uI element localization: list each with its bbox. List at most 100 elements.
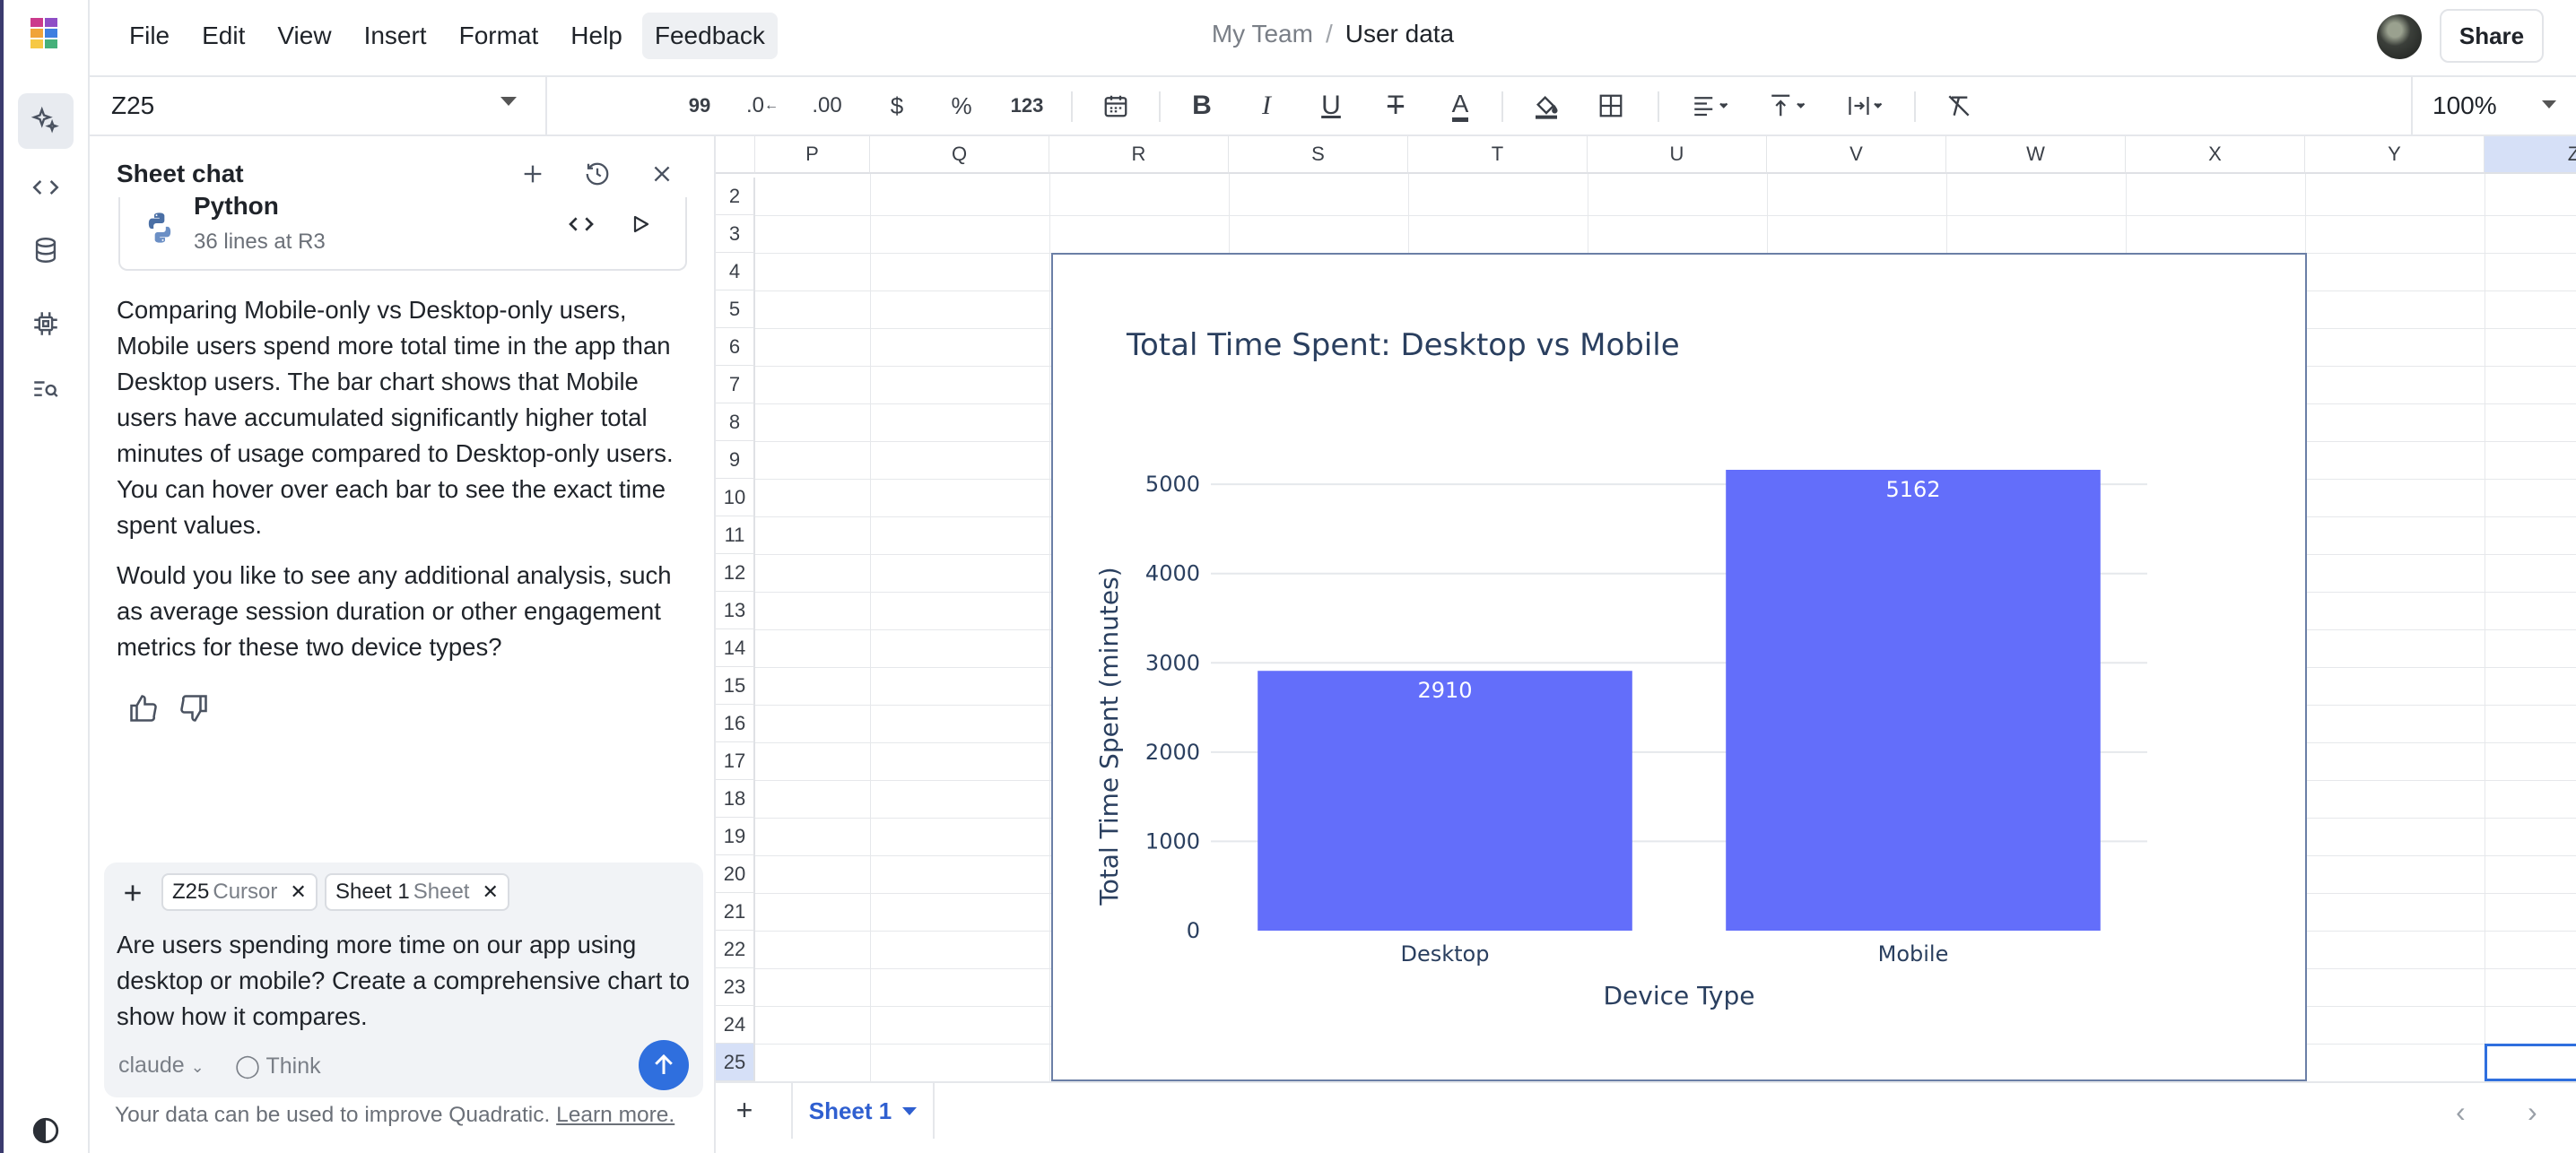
file-name[interactable]: User data bbox=[1345, 20, 1454, 48]
column-header[interactable]: X bbox=[2126, 136, 2305, 174]
y-tick-label: 1000 bbox=[1145, 828, 1200, 854]
add-context-button[interactable] bbox=[117, 877, 149, 909]
breadcrumb-separator: / bbox=[1325, 20, 1333, 48]
format-number-button[interactable]: 123 bbox=[1005, 88, 1049, 124]
zoom-select[interactable]: 100% bbox=[2411, 77, 2576, 134]
row-header[interactable]: 18 bbox=[716, 780, 755, 818]
cursor-cell[interactable] bbox=[2485, 1044, 2576, 1081]
send-button[interactable] bbox=[639, 1040, 689, 1090]
row-header[interactable]: 6 bbox=[716, 328, 755, 366]
row-header[interactable]: 20 bbox=[716, 855, 755, 893]
row-header[interactable]: 10 bbox=[716, 479, 755, 516]
select-all-corner[interactable] bbox=[716, 136, 755, 174]
column-header[interactable]: V bbox=[1767, 136, 1946, 174]
row-header[interactable]: 19 bbox=[716, 818, 755, 855]
chat-history-button[interactable] bbox=[581, 158, 614, 190]
row-header[interactable]: 17 bbox=[716, 742, 755, 780]
close-icon[interactable]: ✕ bbox=[482, 880, 498, 904]
close-chat-button[interactable] bbox=[646, 158, 678, 190]
add-sheet-button[interactable]: + bbox=[725, 1090, 764, 1130]
sheet-tab[interactable]: Sheet 1 bbox=[791, 1083, 935, 1139]
row-header[interactable]: 11 bbox=[716, 516, 755, 554]
column-header[interactable]: T bbox=[1408, 136, 1588, 174]
text-color-button[interactable]: A bbox=[1442, 88, 1478, 124]
view-code-button[interactable] bbox=[563, 206, 599, 242]
row-header[interactable]: 14 bbox=[716, 629, 755, 667]
chat-title: Sheet chat bbox=[117, 160, 244, 187]
row-header[interactable]: 21 bbox=[716, 893, 755, 931]
row-header[interactable]: 16 bbox=[716, 705, 755, 742]
vertical-align-button[interactable] bbox=[1762, 88, 1815, 124]
row-header[interactable]: 15 bbox=[716, 667, 755, 705]
bold-button[interactable]: B bbox=[1184, 88, 1220, 124]
chip-label: Z25 bbox=[172, 880, 210, 904]
cell-name-box[interactable]: Z25 bbox=[90, 77, 547, 134]
chart-cell[interactable]: Total Time Spent: Desktop vs Mobile 0 1000… bbox=[1051, 253, 2307, 1081]
strikethrough-button[interactable]: T bbox=[1378, 88, 1414, 124]
format-automatic-button[interactable]: 99 bbox=[683, 88, 716, 124]
row-header[interactable]: 4 bbox=[716, 253, 755, 290]
format-percent-button[interactable]: % bbox=[944, 88, 979, 124]
ai-assistant-button[interactable] bbox=[18, 93, 74, 149]
chevron-right-icon[interactable]: › bbox=[2528, 1096, 2537, 1129]
arrow-up-icon bbox=[655, 1053, 673, 1074]
row-header[interactable]: 13 bbox=[716, 592, 755, 629]
theme-toggle-button[interactable] bbox=[18, 1110, 74, 1151]
code-button[interactable] bbox=[18, 160, 74, 215]
text-wrap-button[interactable] bbox=[1839, 88, 1893, 124]
prompt-input[interactable]: Are users spending more time on our app … bbox=[117, 927, 691, 1035]
row-header[interactable]: 3 bbox=[716, 215, 755, 253]
share-button[interactable]: Share bbox=[2440, 9, 2544, 63]
close-icon bbox=[654, 166, 670, 182]
row-header[interactable]: 25 bbox=[716, 1044, 755, 1081]
quadratic-logo[interactable] bbox=[30, 18, 59, 50]
format-currency-button[interactable]: $ bbox=[879, 88, 915, 124]
decrease-decimals-button[interactable]: .0 ← bbox=[743, 88, 782, 124]
close-icon[interactable]: ✕ bbox=[290, 880, 306, 904]
column-header[interactable]: P bbox=[755, 136, 870, 174]
underline-button[interactable]: U bbox=[1313, 88, 1349, 124]
learn-more-link[interactable]: Learn more. bbox=[556, 1103, 674, 1127]
date-format-button[interactable] bbox=[1098, 88, 1134, 124]
context-chip-sheet[interactable]: Sheet 1 Sheet ✕ bbox=[325, 873, 509, 911]
context-chip-cursor[interactable]: Z25 Cursor ✕ bbox=[161, 873, 318, 911]
horizontal-align-button[interactable] bbox=[1684, 88, 1738, 124]
run-code-button[interactable] bbox=[622, 206, 658, 242]
increase-decimals-button[interactable]: .00 bbox=[807, 88, 847, 124]
new-chat-button[interactable] bbox=[517, 158, 549, 190]
column-header[interactable]: W bbox=[1946, 136, 2126, 174]
search-cells-button[interactable] bbox=[18, 362, 74, 418]
fill-color-button[interactable] bbox=[1528, 88, 1564, 124]
row-header[interactable]: 24 bbox=[716, 1006, 755, 1044]
connections-button[interactable] bbox=[18, 222, 74, 278]
column-header[interactable]: S bbox=[1229, 136, 1408, 174]
row-header[interactable]: 7 bbox=[716, 366, 755, 403]
clear-formatting-button[interactable] bbox=[1941, 88, 1977, 124]
row-header[interactable]: 23 bbox=[716, 968, 755, 1006]
column-header[interactable]: R bbox=[1049, 136, 1229, 174]
code-cell-card[interactable]: Python 36 lines at R3 bbox=[118, 192, 687, 271]
model-select[interactable]: claude ⌄ bbox=[118, 1053, 205, 1079]
column-header[interactable]: Q bbox=[870, 136, 1049, 174]
column-header[interactable]: U bbox=[1588, 136, 1767, 174]
decrease-decimals-icon: .0 bbox=[745, 93, 764, 117]
thumbs-down-icon[interactable] bbox=[178, 692, 210, 724]
row-header[interactable]: 9 bbox=[716, 441, 755, 479]
think-toggle[interactable]: ◯ Think bbox=[235, 1053, 321, 1079]
column-header[interactable]: Z bbox=[2485, 136, 2576, 174]
thumbs-up-icon[interactable] bbox=[127, 692, 160, 724]
row-header[interactable]: 5 bbox=[716, 290, 755, 328]
breadcrumb-team[interactable]: My Team bbox=[1212, 20, 1313, 48]
zoom-level: 100% bbox=[2432, 91, 2497, 119]
row-header[interactable]: 22 bbox=[716, 931, 755, 968]
code-card-subtitle: 36 lines at R3 bbox=[194, 230, 326, 254]
borders-button[interactable] bbox=[1593, 88, 1629, 124]
column-header[interactable]: Y bbox=[2305, 136, 2485, 174]
row-header[interactable]: 2 bbox=[716, 178, 755, 215]
model-context-button[interactable] bbox=[18, 296, 74, 351]
row-header[interactable]: 12 bbox=[716, 554, 755, 592]
avatar[interactable] bbox=[2377, 14, 2422, 59]
chevron-left-icon[interactable]: ‹ bbox=[2456, 1096, 2466, 1129]
row-header[interactable]: 8 bbox=[716, 403, 755, 441]
italic-button[interactable]: I bbox=[1249, 88, 1284, 124]
